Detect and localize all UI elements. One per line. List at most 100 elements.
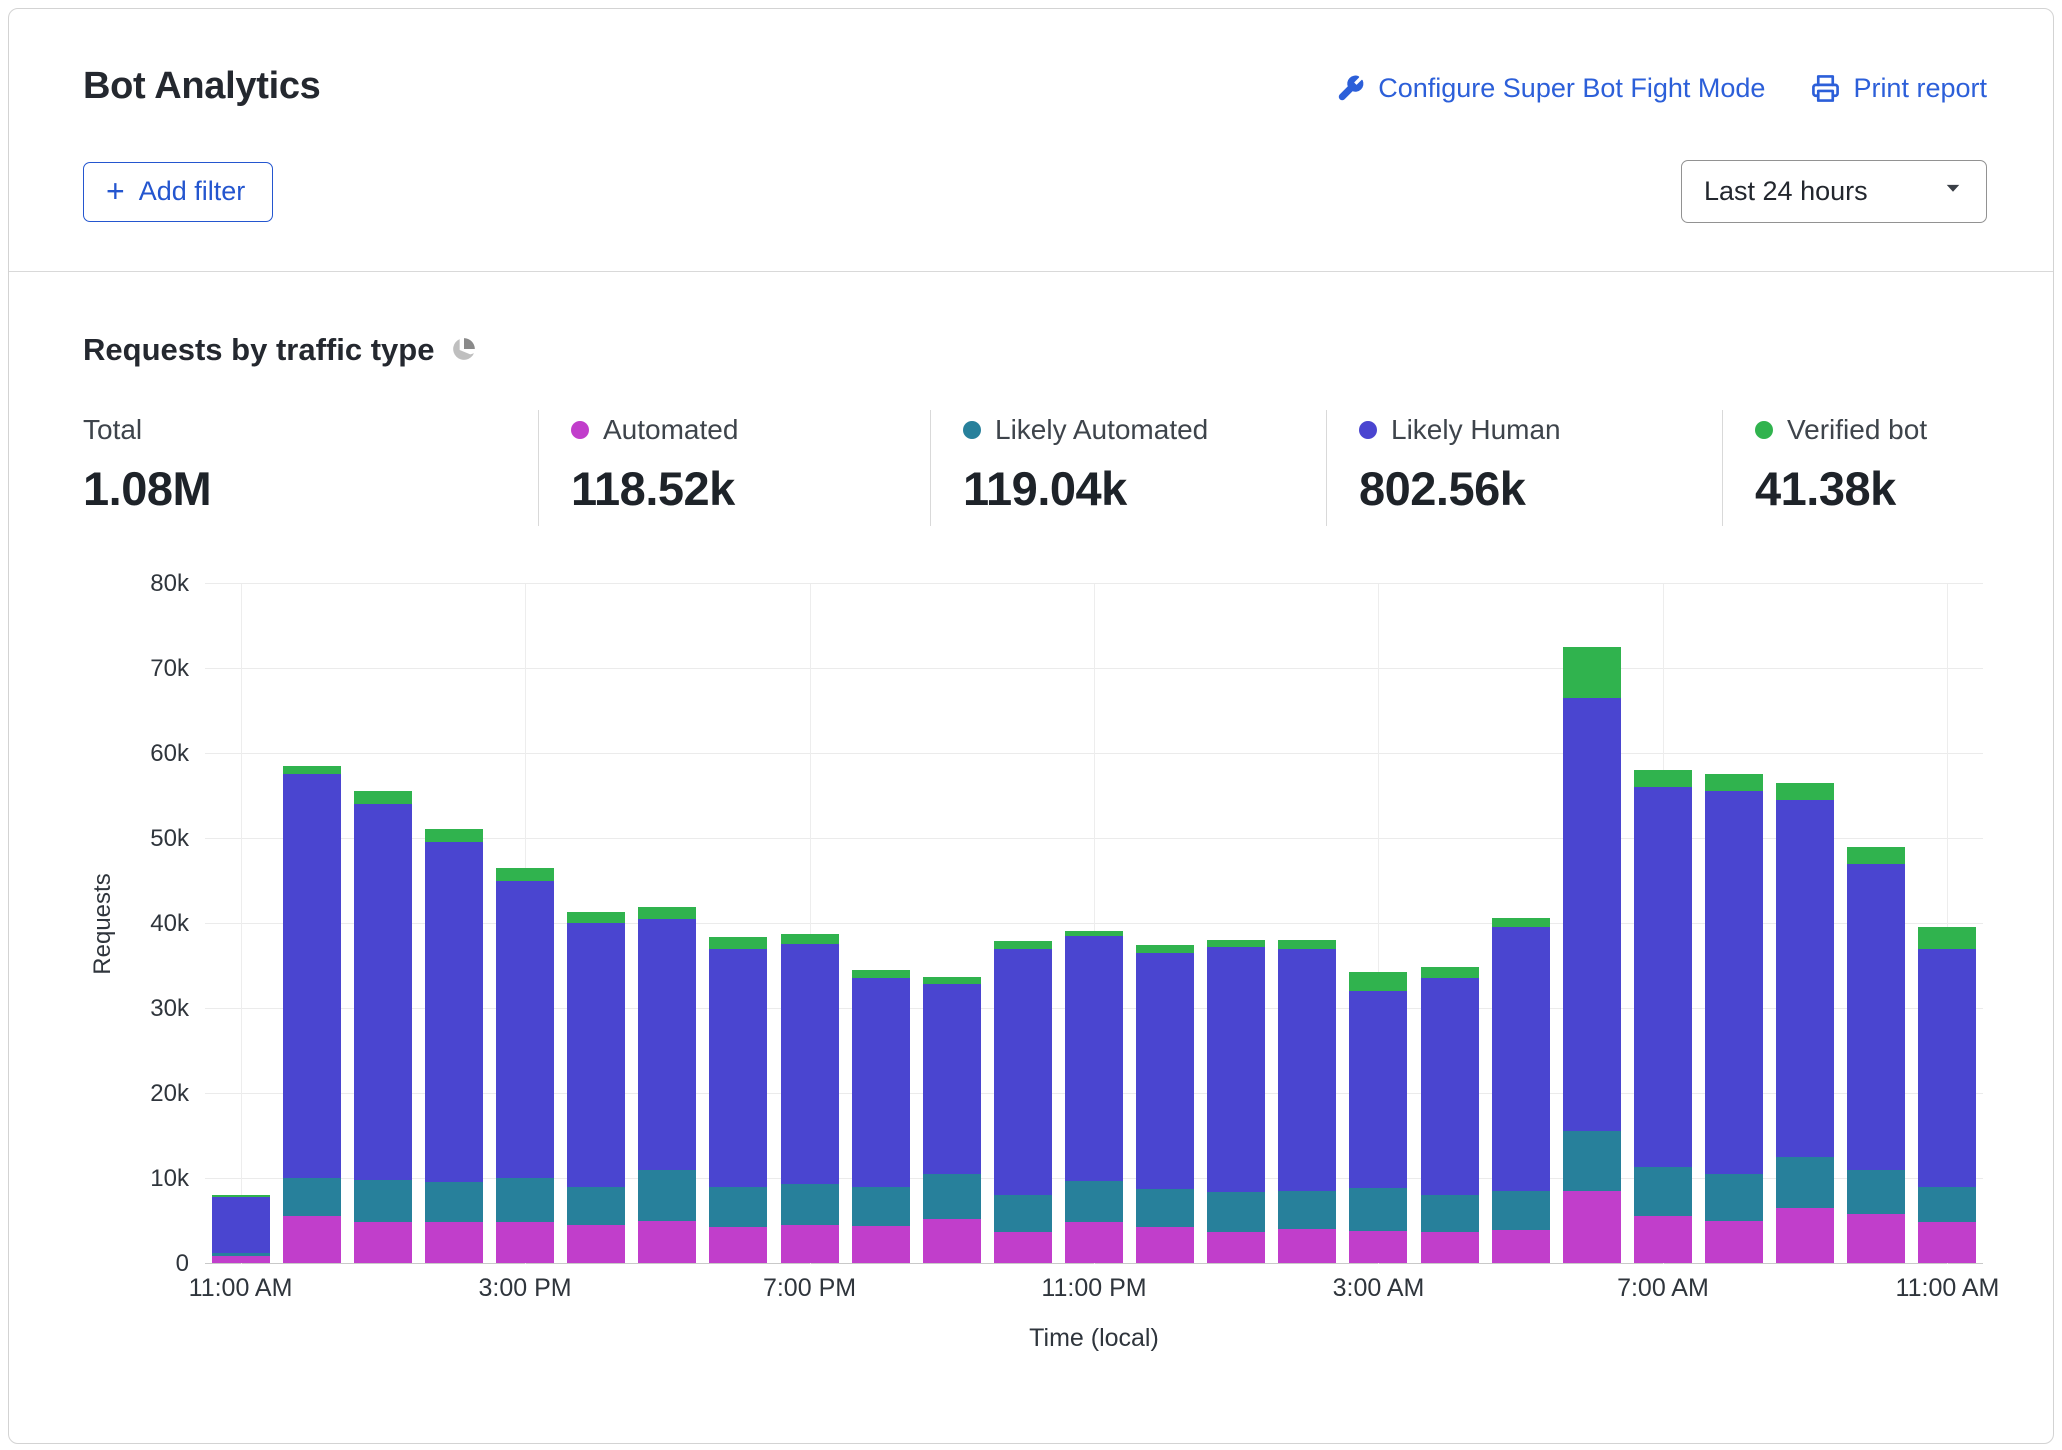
requests-chart: Requests 010k20k30k40k50k60k70k80k 11:00…	[83, 584, 1983, 1353]
bar-segment-automated	[1207, 1232, 1265, 1263]
bar-segment-likely-human	[1136, 953, 1194, 1189]
bar-segment-automated	[1492, 1230, 1550, 1263]
bar-stack[interactable]	[1847, 847, 1905, 1263]
verified-bot-dot-icon	[1755, 421, 1773, 439]
bar-stack[interactable]	[1207, 940, 1265, 1263]
bar-stack[interactable]	[1278, 940, 1336, 1263]
y-axis-tick-label: 60k	[150, 740, 189, 768]
automated-dot-icon	[571, 421, 589, 439]
page-title: Bot Analytics	[83, 65, 321, 108]
bar-stack[interactable]	[994, 941, 1052, 1263]
y-axis-tick-label: 80k	[150, 570, 189, 598]
bar-segment-verified-bot	[425, 829, 483, 843]
bar-segment-verified-bot	[496, 868, 554, 881]
x-axis-tick-label: 3:00 PM	[478, 1274, 571, 1303]
bar-stack[interactable]	[1349, 972, 1407, 1263]
add-filter-button[interactable]: + Add filter	[83, 162, 273, 222]
pie-chart-icon	[451, 336, 477, 367]
bar-stack[interactable]	[781, 934, 839, 1263]
bar-segment-likely-human	[709, 949, 767, 1187]
bar-segment-likely-automated	[709, 1187, 767, 1228]
bar-segment-verified-bot	[1349, 972, 1407, 991]
bar-stack[interactable]	[1918, 927, 1976, 1263]
bar-segment-verified-bot	[1776, 783, 1834, 800]
stat-likely-automated[interactable]: Likely Automated 119.04k	[930, 410, 1326, 526]
bar-stack[interactable]	[1563, 647, 1621, 1263]
section-heading: Requests by traffic type	[83, 332, 434, 368]
bar-segment-automated	[923, 1219, 981, 1263]
bar-stack[interactable]	[1136, 945, 1194, 1263]
bar-segment-likely-automated	[567, 1187, 625, 1225]
stat-total: Total 1.08M	[83, 410, 538, 526]
likely-automated-dot-icon	[963, 421, 981, 439]
bar-stack[interactable]	[1492, 918, 1550, 1263]
bar-stack[interactable]	[425, 829, 483, 1263]
bar-segment-likely-human	[1847, 864, 1905, 1170]
bar-segment-likely-human	[425, 842, 483, 1182]
x-axis-tick-label: 7:00 AM	[1617, 1274, 1709, 1303]
bar-segment-likely-automated	[496, 1178, 554, 1222]
bar-segment-automated	[709, 1227, 767, 1263]
y-axis-tick-label: 0	[176, 1250, 189, 1278]
time-range-value: Last 24 hours	[1704, 176, 1868, 207]
bar-segment-verified-bot	[638, 907, 696, 919]
wrench-icon	[1336, 74, 1365, 103]
bar-segment-likely-automated	[283, 1178, 341, 1216]
bar-segment-likely-automated	[923, 1174, 981, 1219]
header: Bot Analytics Configure Super Bot Fight …	[9, 9, 2053, 271]
stat-verified-bot[interactable]: Verified bot 41.38k	[1722, 410, 1983, 526]
stat-likely-automated-value: 119.04k	[963, 461, 1326, 516]
bar-stack[interactable]	[923, 977, 981, 1263]
bar-segment-verified-bot	[1421, 967, 1479, 978]
bar-segment-verified-bot	[354, 791, 412, 804]
bar-segment-verified-bot	[709, 937, 767, 949]
bar-stack[interactable]	[1634, 770, 1692, 1263]
bar-stack[interactable]	[1065, 931, 1123, 1263]
bar-stack[interactable]	[852, 970, 910, 1263]
bar-segment-likely-human	[1705, 791, 1763, 1174]
bar-stack[interactable]	[283, 766, 341, 1263]
bar-segment-likely-human	[923, 984, 981, 1174]
time-range-select[interactable]: Last 24 hours	[1681, 160, 1987, 223]
x-axis-tick-label: 3:00 AM	[1333, 1274, 1425, 1303]
print-link-label: Print report	[1853, 73, 1987, 104]
bar-segment-automated	[1065, 1222, 1123, 1263]
bar-stack[interactable]	[354, 791, 412, 1263]
bar-segment-likely-human	[1421, 978, 1479, 1195]
bar-segment-verified-bot	[781, 934, 839, 944]
y-axis-tick-label: 30k	[150, 995, 189, 1023]
x-axis-tick-label: 11:00 AM	[189, 1274, 293, 1303]
bar-segment-likely-human	[1065, 936, 1123, 1181]
bar-stack[interactable]	[567, 912, 625, 1263]
bar-segment-likely-human	[638, 919, 696, 1170]
bar-segment-verified-bot	[1847, 847, 1905, 864]
bar-stack[interactable]	[638, 907, 696, 1263]
bar-stack[interactable]	[212, 1195, 270, 1263]
bar-segment-automated	[1847, 1214, 1905, 1263]
bar-segment-automated	[781, 1225, 839, 1263]
stat-automated[interactable]: Automated 118.52k	[538, 410, 930, 526]
add-filter-label: Add filter	[139, 176, 246, 207]
print-report-link[interactable]: Print report	[1811, 73, 1987, 104]
bar-stack[interactable]	[1776, 783, 1834, 1263]
bar-stack[interactable]	[1705, 774, 1763, 1263]
bar-segment-automated	[1421, 1232, 1479, 1263]
bar-segment-automated	[1278, 1229, 1336, 1263]
bar-segment-likely-human	[994, 949, 1052, 1196]
bar-segment-automated	[994, 1232, 1052, 1263]
stat-likely-automated-label: Likely Automated	[995, 414, 1208, 446]
bar-stack[interactable]	[709, 937, 767, 1263]
stat-likely-human[interactable]: Likely Human 802.56k	[1326, 410, 1722, 526]
y-axis-tick-label: 40k	[150, 910, 189, 938]
bar-stack[interactable]	[1421, 967, 1479, 1263]
bar-stack[interactable]	[496, 868, 554, 1263]
stat-verified-bot-label: Verified bot	[1787, 414, 1927, 446]
bar-segment-automated	[354, 1222, 412, 1263]
bar-segment-likely-human	[1278, 949, 1336, 1191]
configure-super-bot-fight-mode-link[interactable]: Configure Super Bot Fight Mode	[1336, 73, 1765, 104]
y-axis-title: Requests	[83, 584, 123, 1264]
bar-segment-likely-human	[354, 804, 412, 1180]
bar-segment-automated	[212, 1256, 270, 1263]
configure-link-label: Configure Super Bot Fight Mode	[1378, 73, 1765, 104]
bar-segment-likely-automated	[994, 1195, 1052, 1232]
